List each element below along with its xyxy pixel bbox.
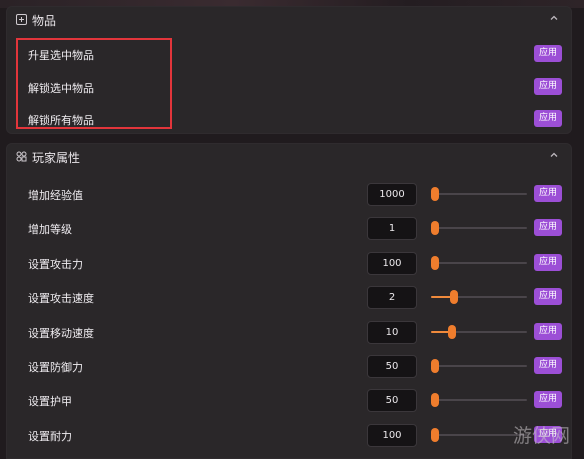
list-item: 解锁选中物品 应用 [6,70,572,104]
value-slider[interactable] [431,359,527,373]
attribute-label: 设置护甲 [28,395,72,409]
attrs-panel-header[interactable]: 玩家属性 [6,143,572,171]
watermark-text: 游侠网 [513,425,571,447]
slider-track [431,193,527,195]
slider-thumb[interactable] [450,290,458,305]
apply-button[interactable]: 应用 [534,219,562,237]
attribute-row: 设置护甲 50 应用 [6,383,572,417]
attribute-label: 设置防御力 [28,361,83,374]
apply-button[interactable]: 应用 [534,391,562,409]
attribute-row: 增加经验值 1000 应用 [6,177,572,211]
value-input[interactable]: 10 [367,320,417,344]
slider-thumb[interactable] [431,221,439,236]
attribute-row: 增加等级 1 应用 [6,211,572,245]
slider-thumb[interactable] [448,324,456,339]
item-action-label: 升星选中物品 [28,49,94,62]
slider-track [431,365,527,367]
attrs-panel-title: 玩家属性 [32,151,81,165]
value-slider[interactable] [431,393,527,408]
items-panel-header[interactable]: 物品 [6,6,572,34]
item-action-label: 解锁所有物品 [28,114,94,127]
attribute-label: 设置耐力 [28,429,72,443]
value-input[interactable]: 50 [367,389,417,413]
value-input[interactable]: 1000 [367,183,417,206]
apply-button[interactable]: 应用 [534,322,562,340]
items-panel: 物品 升星选中物品 应用 解锁选中物品 应用 解锁所有物品 应用 [6,6,572,134]
slider-thumb[interactable] [431,393,439,408]
attribute-label: 增加等级 [28,223,72,237]
slider-track [431,261,527,264]
item-action-label: 解锁选中物品 [28,82,94,95]
attribute-row: 设置防御力 50 应用 [6,349,572,383]
value-slider[interactable] [431,221,527,236]
apply-button[interactable]: 应用 [534,185,562,202]
attribute-label: 设置移动速度 [28,326,94,340]
value-slider[interactable] [431,324,527,339]
slider-thumb[interactable] [431,359,439,373]
attribute-row: 设置移动速度 10 应用 [6,315,572,349]
attribute-label: 增加经验值 [28,189,83,202]
apply-button[interactable]: 应用 [534,110,562,127]
slider-thumb[interactable] [431,255,439,270]
list-item: 解锁所有物品 应用 [6,102,572,136]
value-input[interactable]: 2 [367,286,417,310]
box-plus-icon [16,14,27,25]
value-slider[interactable] [431,255,527,270]
chevron-up-icon[interactable] [548,149,560,161]
player-attributes-panel: 玩家属性 增加经验值 1000 应用 增加等级 1 应用 设置攻击力 100 应用 设置攻击速度 2… [6,143,572,459]
watermark: 游侠网 [505,413,580,455]
slider-track [431,399,527,402]
chevron-up-icon[interactable] [548,12,560,24]
slider-track [431,227,527,230]
apply-button[interactable]: 应用 [534,78,562,95]
items-panel-title: 物品 [32,14,57,28]
value-input[interactable]: 1 [367,217,417,241]
attribute-row: 设置耐力 100 应用 [6,418,572,452]
attribute-row: 设置攻击速度 2 应用 [6,280,572,314]
value-slider[interactable] [431,290,527,305]
apply-button[interactable]: 应用 [534,45,562,62]
apply-button[interactable]: 应用 [534,288,562,306]
slider-thumb[interactable] [431,187,439,201]
value-input[interactable]: 50 [367,355,417,378]
value-slider[interactable] [431,187,527,201]
slider-thumb[interactable] [431,427,439,442]
attribute-row: 设置攻击力 100 应用 [6,246,572,280]
attribute-label: 设置攻击力 [28,257,83,271]
list-item: 升星选中物品 应用 [6,37,572,71]
value-input[interactable]: 100 [367,251,417,275]
attribute-label: 设置攻击速度 [28,292,94,306]
apply-button[interactable]: 应用 [534,357,562,374]
value-input[interactable]: 100 [367,423,417,447]
attributes-icon [16,151,27,162]
apply-button[interactable]: 应用 [534,253,562,271]
